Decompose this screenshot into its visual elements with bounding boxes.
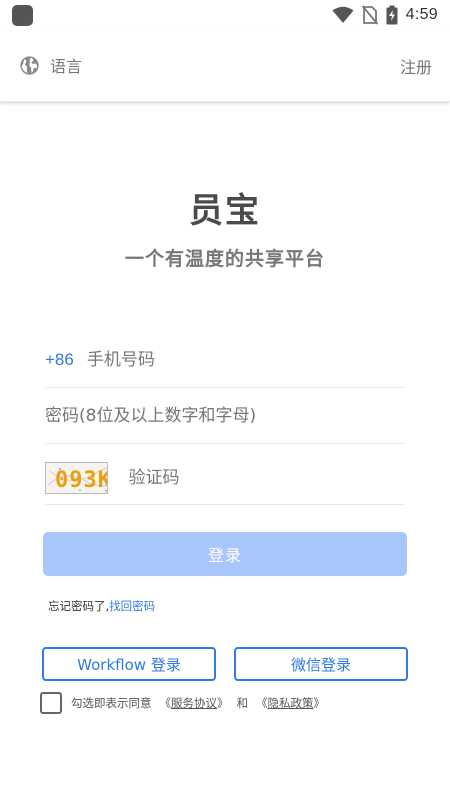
app-icon — [12, 5, 33, 26]
forgot-password-row: 忘记密码了,找回密码 — [48, 598, 155, 614]
agreement-prefix: 勾选即表示同意 — [71, 696, 152, 710]
agreement-checkbox[interactable] — [40, 692, 62, 714]
battery-charging-icon — [386, 5, 398, 25]
privacy-open-bracket: 《 — [256, 696, 268, 710]
captcha-input[interactable] — [128, 451, 405, 504]
agreement-and: 和 — [236, 696, 249, 710]
app-slogan: 一个有温度的共享平台 — [124, 248, 325, 270]
service-agreement-link[interactable]: 服务协议 — [171, 695, 217, 711]
forgot-password-text: 忘记密码了, — [48, 599, 110, 613]
globe-icon — [20, 55, 39, 75]
register-link[interactable]: 注册 — [400, 54, 432, 78]
app-title: 员宝 — [189, 191, 261, 231]
status-icons: 4:59 — [332, 4, 438, 26]
agreement-row: 勾选即表示同意 《服务协议》 和 《隐私政策》 — [40, 692, 325, 714]
country-code[interactable]: +86 — [45, 350, 74, 370]
captcha-text: 093K — [55, 468, 108, 493]
password-input[interactable] — [45, 388, 405, 443]
password-field-row — [45, 388, 405, 444]
language-label: 语言 — [50, 57, 83, 76]
captcha-field-row: 093K — [45, 451, 405, 505]
recover-password-link[interactable]: 找回密码 — [109, 599, 155, 613]
workflow-login-button[interactable]: Workflow 登录 — [42, 647, 216, 681]
wechat-login-button[interactable]: 微信登录 — [234, 647, 408, 681]
privacy-close-bracket: 》 — [313, 696, 326, 710]
phone-field-row: +86 — [45, 332, 405, 388]
service-open-bracket: 《 — [159, 696, 172, 710]
captcha-image[interactable]: 093K — [45, 461, 109, 494]
top-bar: 语言 注册 — [0, 30, 450, 102]
phone-input[interactable] — [86, 332, 405, 387]
login-button[interactable]: 登录 — [43, 532, 407, 576]
service-close-bracket: 》 — [217, 696, 229, 710]
status-time: 4:59 — [405, 6, 438, 23]
privacy-policy-link[interactable]: 隐私政策 — [268, 695, 314, 711]
no-sim-icon — [361, 5, 378, 25]
wifi-icon — [332, 6, 354, 23]
status-bar: 4:59 — [0, 0, 450, 30]
language-button[interactable]: 语言 — [19, 53, 82, 77]
